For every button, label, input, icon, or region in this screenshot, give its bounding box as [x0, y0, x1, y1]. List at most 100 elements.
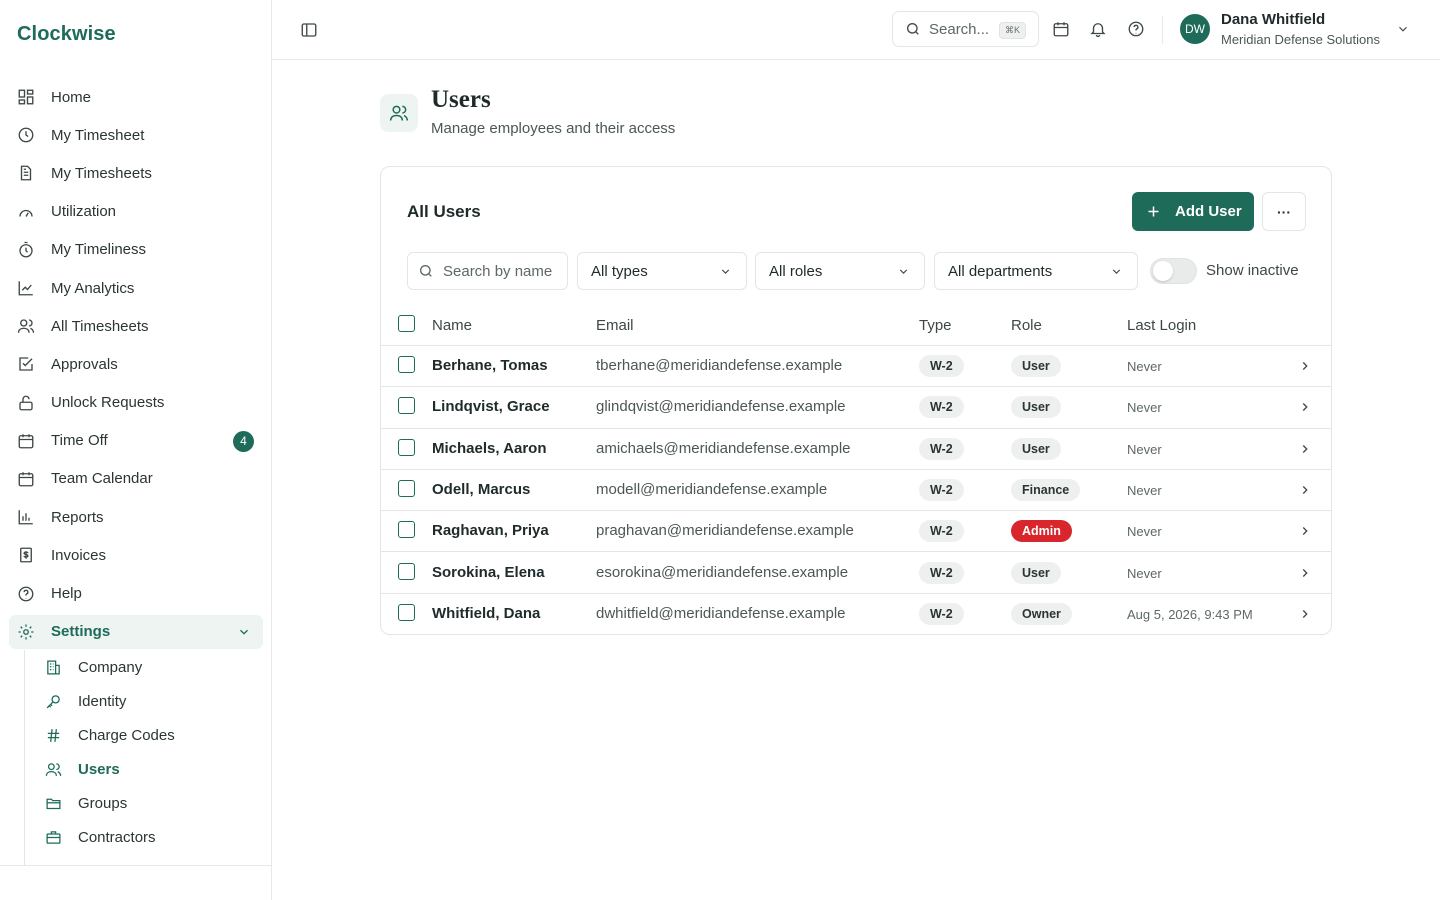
briefcase-icon [46, 830, 61, 844]
folder-icon [46, 798, 61, 809]
user-name-cell[interactable]: Berhane, Tomas [432, 357, 548, 374]
table-row[interactable]: Odell, Marcus modell@meridiandefense.exa… [381, 470, 1331, 512]
app-brand[interactable]: Clockwise [17, 23, 116, 46]
type-filter-select[interactable]: All types [577, 252, 747, 290]
more-options-button[interactable]: ··· [1262, 192, 1306, 231]
sidebar-item-label: Help [51, 585, 82, 603]
unlock-icon [19, 395, 33, 411]
chevron-right-icon[interactable] [1298, 359, 1312, 373]
sidebar-item-utilization[interactable]: Utilization [9, 193, 263, 231]
sidebar-item-label: My Timeliness [51, 241, 147, 259]
sidebar-item-time-off[interactable]: Time Off 4 [9, 422, 263, 460]
sub-item-label: Users [78, 760, 120, 778]
select-all-checkbox[interactable] [398, 315, 415, 332]
bell-icon[interactable] [1089, 20, 1107, 38]
chevron-right-icon[interactable] [1298, 524, 1312, 538]
user-name-cell[interactable]: Michaels, Aaron [432, 440, 546, 457]
help-icon[interactable] [1127, 20, 1145, 38]
user-name-cell[interactable]: Raghavan, Priya [432, 522, 549, 539]
column-header-email[interactable]: Email [596, 317, 634, 334]
users-card: All Users Add User ··· All types All rol… [380, 166, 1332, 635]
sidebar-item-users[interactable]: Users [25, 752, 264, 786]
row-checkbox[interactable] [398, 562, 415, 580]
column-header-type[interactable]: Type [919, 317, 952, 334]
sub-item-label: Identity [78, 692, 127, 710]
type-badge: W-2 [919, 437, 964, 460]
table-header: Name Email Type Role Last Login [381, 309, 1331, 346]
search-icon [907, 23, 919, 35]
avatar[interactable]: DW [1180, 14, 1210, 44]
department-filter-select[interactable]: All departments [934, 252, 1138, 290]
user-name[interactable]: Dana Whitfield [1221, 11, 1325, 28]
show-inactive-toggle[interactable] [1150, 258, 1197, 284]
sidebar-footer [0, 865, 271, 900]
chevron-right-icon[interactable] [1298, 483, 1312, 497]
sidebar-item-help[interactable]: Help [9, 574, 263, 612]
column-header-name[interactable]: Name [432, 317, 472, 334]
table-row[interactable]: Michaels, Aaron amichaels@meridiandefens… [381, 429, 1331, 470]
column-header-role[interactable]: Role [1011, 317, 1042, 334]
chevron-right-icon[interactable] [1298, 607, 1312, 621]
help-icon [18, 586, 34, 601]
chevron-right-icon[interactable] [1298, 442, 1312, 456]
sidebar-item-approvals[interactable]: Approvals [9, 345, 263, 383]
user-name-cell[interactable]: Odell, Marcus [432, 481, 530, 498]
sidebar-item-label: Settings [51, 623, 111, 641]
sidebar-item-groups[interactable]: Groups [25, 786, 264, 820]
chevron-down-icon[interactable] [1396, 22, 1410, 36]
sidebar-toggle-icon[interactable] [300, 21, 318, 39]
last-login-cell: Never [1127, 400, 1162, 416]
sidebar-item-reports[interactable]: Reports [9, 498, 263, 536]
sub-item-label: Groups [78, 794, 128, 812]
stopwatch-icon [19, 241, 33, 258]
column-header-last-login[interactable]: Last Login [1127, 317, 1196, 334]
last-login-cell: Never [1127, 482, 1162, 498]
chevron-right-icon[interactable] [1298, 400, 1312, 414]
sidebar-item-unlock-requests[interactable]: Unlock Requests [9, 384, 263, 422]
sidebar-item-my-timesheet[interactable]: My Timesheet [9, 116, 263, 154]
chevron-right-icon[interactable] [1298, 566, 1312, 580]
table-row[interactable]: Lindqvist, Grace glindqvist@meridiandefe… [381, 387, 1331, 429]
chevron-down-icon[interactable] [237, 625, 251, 639]
user-name-cell[interactable]: Whitfield, Dana [432, 605, 540, 622]
add-user-button[interactable]: Add User [1132, 192, 1254, 231]
table-row[interactable]: Raghavan, Priya praghavan@meridiandefens… [381, 511, 1331, 553]
sidebar-item-my-analytics[interactable]: My Analytics [9, 269, 263, 307]
sidebar-item-my-timeliness[interactable]: My Timeliness [9, 231, 263, 269]
sidebar-item-charge-codes[interactable]: Charge Codes [25, 718, 264, 752]
sidebar-item-invoices[interactable]: Invoices [9, 536, 263, 574]
sidebar-item-my-timesheets[interactable]: My Timesheets [9, 154, 263, 192]
global-search-button[interactable]: Search... ⌘K [892, 11, 1039, 47]
sidebar-item-contractors[interactable]: Contractors [25, 820, 264, 854]
row-checkbox[interactable] [398, 521, 415, 539]
row-checkbox[interactable] [398, 356, 415, 373]
role-filter-select[interactable]: All roles [755, 252, 925, 290]
sidebar-item-company[interactable]: Company [25, 650, 264, 684]
sidebar-item-settings[interactable]: Settings [9, 614, 263, 649]
table-row[interactable]: Whitfield, Dana dwhitfield@meridiandefen… [381, 594, 1331, 635]
row-checkbox[interactable] [398, 479, 415, 497]
user-email-cell: modell@meridiandefense.example [596, 480, 828, 498]
sidebar-item-all-timesheets[interactable]: All Timesheets [9, 307, 263, 345]
table-row[interactable]: Berhane, Tomas tberhane@meridiandefense.… [381, 346, 1331, 388]
row-checkbox[interactable] [398, 397, 415, 415]
user-name-cell[interactable]: Lindqvist, Grace [432, 398, 550, 415]
user-search-input[interactable] [443, 262, 563, 280]
table-row[interactable]: Sorokina, Elena esorokina@meridiandefens… [381, 553, 1331, 594]
sidebar-item-identity[interactable]: Identity [25, 684, 264, 718]
toggle-knob [1153, 261, 1173, 281]
gauge-icon [19, 209, 33, 217]
check-square-icon [19, 357, 33, 372]
sub-item-label: Company [78, 658, 143, 676]
page-subtitle: Manage employees and their access [431, 120, 676, 137]
row-checkbox[interactable] [398, 603, 415, 621]
home-grid-icon [18, 89, 34, 105]
user-search-field[interactable] [407, 252, 568, 290]
calendar-icon[interactable] [1052, 20, 1070, 38]
calendar-icon [18, 472, 34, 487]
sidebar-item-team-calendar[interactable]: Team Calendar [9, 460, 263, 498]
row-checkbox[interactable] [398, 438, 415, 456]
calendar-icon [18, 434, 34, 449]
user-name-cell[interactable]: Sorokina, Elena [432, 564, 545, 581]
sidebar-item-home[interactable]: Home [9, 78, 263, 116]
